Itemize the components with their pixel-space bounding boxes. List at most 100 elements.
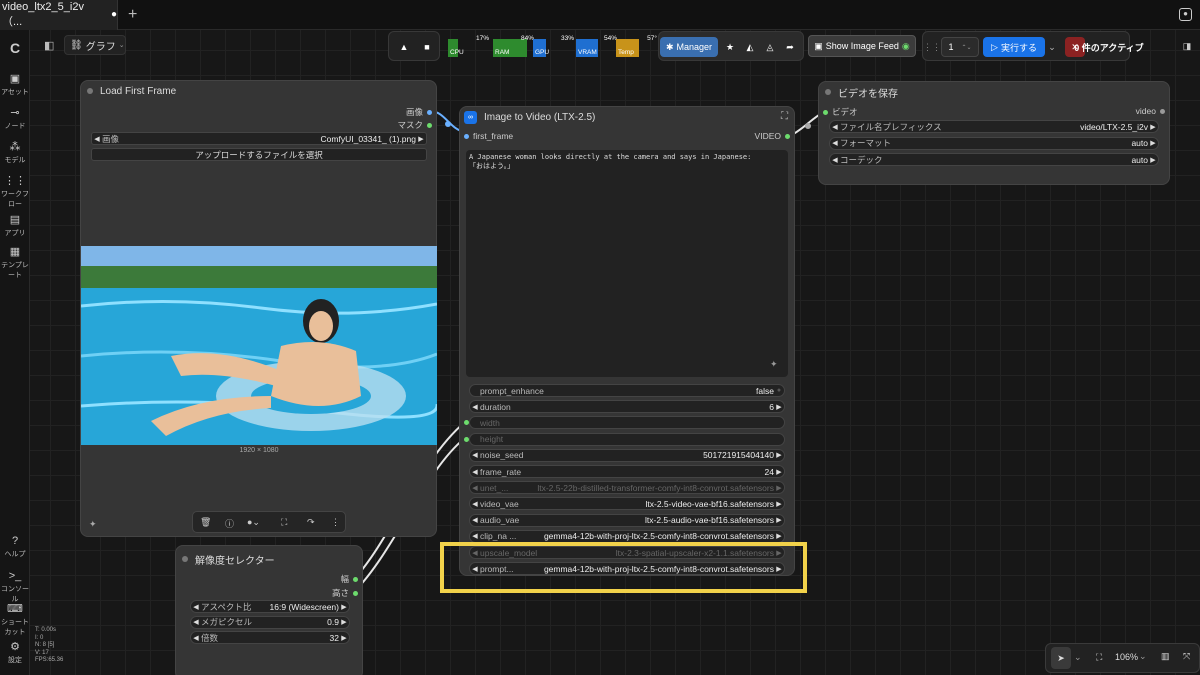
arrow-right-icon[interactable]: ▶ — [416, 135, 426, 143]
chevron-down-icon[interactable]: ⌄ — [1074, 652, 1082, 663]
output-video[interactable]: video — [1136, 106, 1165, 116]
share-icon[interactable]: ➦ — [781, 37, 799, 57]
graph-breadcrumb-button[interactable]: ⛓ グラフ ⌄ — [64, 35, 126, 55]
input-slot-height[interactable] — [464, 436, 469, 442]
more-icon[interactable]: ⋮ — [331, 517, 340, 528]
drag-handle-icon[interactable]: ⋮⋮ — [923, 37, 941, 57]
resolution-selector-node[interactable]: 解像度セレクター 幅 高さ ◀ アスペクト比 16:9 (Widescreen) ▶ ◀… — [175, 545, 363, 675]
output-image[interactable]: 画像 — [406, 106, 432, 118]
zoom-level[interactable]: 106% — [1115, 652, 1138, 662]
sidebar-item-console[interactable]: >_ コンソール — [0, 570, 30, 604]
arrow-right-icon[interactable]: ▶ — [774, 468, 784, 476]
arrow-left-icon[interactable]: ◀ — [191, 603, 201, 611]
color-picker-icon[interactable]: ●⌄ — [247, 517, 260, 528]
arrow-right-icon[interactable]: ▶ — [1148, 156, 1158, 164]
input-video[interactable]: ビデオ — [823, 106, 858, 118]
arrow-right-icon[interactable]: ▶ — [339, 603, 349, 611]
info-icon[interactable]: ⓘ — [225, 517, 234, 530]
pointer-tool-icon[interactable]: ➤ — [1051, 647, 1071, 669]
input-slot-width[interactable] — [464, 420, 469, 426]
trash-icon[interactable]: 🗑 — [200, 517, 211, 528]
arrow-left-icon[interactable]: ◀ — [470, 403, 480, 411]
node-header[interactable]: ビデオを保存 — [819, 82, 1169, 102]
sidebar-item-apps[interactable]: ▤ アプリ — [0, 213, 30, 238]
user-icon[interactable]: ● — [1179, 8, 1192, 21]
crystools-logo-icon[interactable]: ▲ — [393, 37, 415, 57]
node-header[interactable]: Load First Frame — [81, 81, 436, 101]
arrow-right-icon[interactable]: ▶ — [1148, 139, 1158, 147]
arrow-right-icon[interactable]: ▶ — [774, 484, 784, 492]
sidebar-item-assets[interactable]: ▣ アセット — [0, 72, 30, 97]
widget-duration[interactable]: ◀ duration 6 ▶ — [469, 400, 785, 414]
sidebar-item-help[interactable]: ? ヘルプ — [0, 535, 30, 559]
bookmark-icon[interactable]: ■ — [417, 37, 437, 57]
node-collapse-dot[interactable] — [825, 89, 831, 95]
expand-icon[interactable]: ⛶ — [781, 111, 788, 122]
comfy-logo-icon[interactable]: C — [0, 40, 30, 58]
widget-frame-rate[interactable]: ◀ frame_rate 24 ▶ — [469, 465, 785, 478]
chevron-down-icon[interactable]: ⌄ — [1139, 651, 1147, 662]
widget-audio-vae[interactable]: ◀ audio_vae ltx-2.5-audio-vae-bf16.safeten… — [469, 513, 785, 527]
show-image-feed-button[interactable]: ▣ Show Image Feed ◉ — [808, 35, 916, 57]
widget-width[interactable]: width — [469, 416, 785, 430]
image-select-widget[interactable]: ◀ 画像 ComfyUI_03341_ (1).png ▶ — [91, 132, 427, 145]
workflow-tab[interactable]: video_ltx2_5_i2v（... ● — [0, 0, 118, 30]
widget-ファイル名プレフィックス[interactable]: ◀ ファイル名プレフィックス video/LTX-2.5_i2v ▶ — [829, 120, 1159, 133]
arrow-left-icon[interactable]: ◀ — [830, 156, 840, 164]
link-visibility-icon[interactable]: ⤧ — [1183, 651, 1190, 662]
widget-video-vae[interactable]: ◀ video_vae ltx-2.5-video-vae-bf16.safeten… — [469, 497, 785, 511]
add-tab-button[interactable]: + — [128, 6, 137, 24]
widget-アスペクト比[interactable]: ◀ アスペクト比 16:9 (Widescreen) ▶ — [190, 600, 350, 613]
output-width[interactable]: 幅 — [340, 573, 358, 585]
prompt-textarea[interactable]: A Japanese woman looks directly at the c… — [466, 150, 788, 377]
model-search-icon[interactable]: ◭ — [741, 37, 759, 57]
arrow-left-icon[interactable]: ◀ — [470, 516, 480, 524]
widget-noise-seed[interactable]: ◀ noise_seed 501721915404140 ▶ — [469, 448, 785, 462]
node-header[interactable]: ∞ Image to Video (LTX-2.5) — [460, 107, 794, 127]
sidebar-item-shortcuts[interactable]: ⌨ ショートカット — [0, 602, 30, 637]
arrow-left-icon[interactable]: ◀ — [92, 135, 102, 143]
sidebar-item-templates[interactable]: ▦ テンプレート — [0, 245, 30, 280]
toggle-off-icon[interactable]: ● — [774, 387, 784, 394]
arrow-left-icon[interactable]: ◀ — [830, 139, 840, 147]
arrow-right-icon[interactable]: ▶ — [339, 634, 349, 642]
arrow-left-icon[interactable]: ◀ — [470, 484, 480, 492]
widget-フォーマット[interactable]: ◀ フォーマット auto ▶ — [829, 136, 1159, 150]
arrow-right-icon[interactable]: ▶ — [339, 618, 349, 626]
arrow-left-icon[interactable]: ◀ — [191, 634, 201, 642]
node-collapse-dot[interactable] — [182, 556, 188, 562]
node-header[interactable]: 解像度セレクター — [176, 549, 362, 569]
run-button[interactable]: ▷ 実行する — [983, 37, 1045, 57]
widget-メガピクセル[interactable]: ◀ メガピクセル 0.9 ▶ — [190, 615, 350, 629]
input-first-frame[interactable]: first_frame — [464, 131, 513, 141]
widget-unet[interactable]: ◀ unet_... ltx-2.5-22b-distilled-transform… — [469, 481, 785, 495]
queue-status[interactable]: 0 件のアクティブ — [1074, 37, 1144, 57]
sidebar-item-workflows[interactable]: ⋮⋮ ワークフロー — [0, 174, 30, 209]
image-to-video-node[interactable]: ∞ Image to Video (LTX-2.5) ⛶ first_frame… — [459, 106, 795, 576]
sidebar-item-nodes[interactable]: ⊸ ノード — [0, 106, 30, 131]
save-video-node[interactable]: ビデオを保存 ビデオ video ◀ ファイル名プレフィックス video/LTX-… — [818, 81, 1170, 185]
convert-icon[interactable]: ↷ — [307, 517, 315, 528]
sidebar-item-models[interactable]: ⁂ モデル — [0, 140, 30, 165]
star-icon[interactable]: ★ — [721, 37, 739, 57]
arrow-right-icon[interactable]: ▶ — [1148, 123, 1158, 131]
arrow-left-icon[interactable]: ◀ — [470, 451, 480, 459]
arrow-left-icon[interactable]: ◀ — [830, 123, 840, 131]
output-mask[interactable]: マスク — [397, 119, 432, 131]
widget-clip-na[interactable]: ◀ clip_na ... gemma4-12b-with-proj-ltx-2.5… — [469, 529, 785, 543]
run-options-chevron-icon[interactable]: ⌄ — [1046, 37, 1058, 57]
arrow-left-icon[interactable]: ◀ — [191, 618, 201, 626]
arrow-right-icon[interactable]: ▶ — [774, 516, 784, 524]
output-height[interactable]: 高さ — [332, 587, 358, 599]
sidebar-item-settings[interactable]: ⚙ 設定 — [0, 640, 30, 665]
arrow-left-icon[interactable]: ◀ — [470, 532, 480, 540]
fit-view-icon[interactable]: ⛶ — [1096, 652, 1102, 663]
widget-height[interactable]: height — [469, 432, 785, 446]
arrow-right-icon[interactable]: ▶ — [774, 403, 784, 411]
frame-icon[interactable]: ⛶ — [281, 517, 287, 528]
arrow-left-icon[interactable]: ◀ — [470, 500, 480, 508]
batch-count-input[interactable]: 1 ⌃⌄ — [941, 37, 979, 57]
load-first-frame-node[interactable]: Load First Frame 画像 マスク ◀ 画像 ComfyUI_033… — [80, 80, 437, 537]
widget-コーデック[interactable]: ◀ コーデック auto ▶ — [829, 153, 1159, 166]
arrow-left-icon[interactable]: ◀ — [470, 468, 480, 476]
